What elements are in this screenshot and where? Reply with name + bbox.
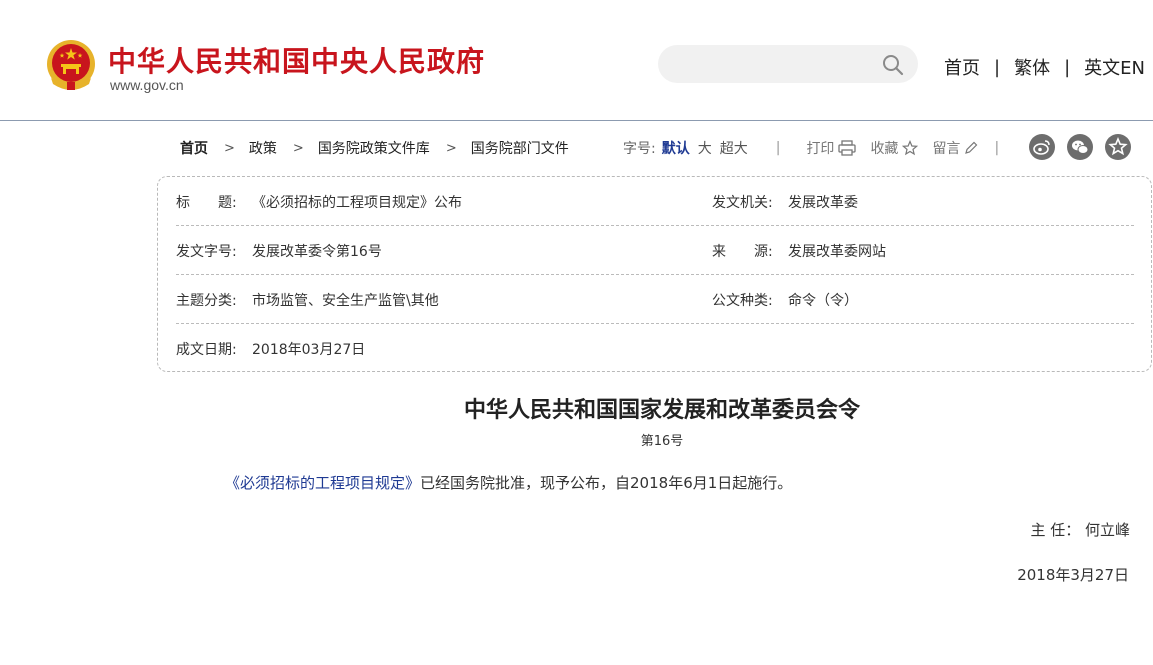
- print-icon: [838, 140, 857, 156]
- wechat-icon: [1072, 140, 1089, 154]
- font-size-label: 字号:: [623, 141, 656, 157]
- date-label: 成文日期:: [176, 342, 237, 358]
- info-row: 主题分类: 市场监管、安全生产监管\其他 公文种类: 命令（令）: [176, 275, 1134, 324]
- toolbar-divider: |: [994, 140, 1000, 156]
- topic-label: 主题分类:: [176, 293, 237, 309]
- chevron-right-icon: >: [445, 140, 457, 156]
- font-size-large-button[interactable]: 大: [698, 138, 712, 158]
- favorite-label: 收藏: [870, 141, 899, 157]
- weibo-icon: [1033, 140, 1050, 155]
- doc-type-value: 命令（令）: [788, 293, 858, 309]
- pencil-icon: [965, 141, 978, 154]
- issuer-value: 发展改革委: [788, 195, 858, 211]
- site-url[interactable]: www.gov.cn: [110, 77, 184, 93]
- breadcrumb-home[interactable]: 首页: [180, 138, 208, 158]
- wechat-share-button[interactable]: [1067, 134, 1093, 160]
- doc-number-label: 发文字号:: [176, 244, 237, 260]
- search-icon[interactable]: [882, 54, 904, 76]
- national-emblem-icon[interactable]: [45, 38, 97, 92]
- article-toolbar: 字号: 默认 大 超大 | 打印 收藏 留言 |: [623, 138, 999, 158]
- nav-separator: |: [1064, 56, 1071, 78]
- breadcrumb: 首页 > 政策 > 国务院政策文件库 > 国务院部门文件: [180, 138, 569, 158]
- date-value: 2018年03月27日: [252, 342, 366, 358]
- article-date: 2018年3月27日: [1017, 566, 1129, 584]
- doc-type-label: 公文种类:: [712, 293, 773, 309]
- breadcrumb-policy[interactable]: 政策: [249, 138, 277, 158]
- nav-traditional-link[interactable]: 繁体: [1014, 54, 1050, 80]
- site-title[interactable]: 中华人民共和国中央人民政府: [108, 40, 485, 80]
- source-label: 来 源:: [712, 244, 773, 260]
- font-size-default-button[interactable]: 默认: [662, 138, 690, 158]
- article-body-text: 已经国务院批准，现予公布，自2018年6月1日起施行。: [420, 474, 793, 492]
- favorite-button[interactable]: 收藏: [870, 138, 919, 158]
- nav-separator: |: [994, 56, 1001, 78]
- doc-number-value: 发展改革委令第16号: [252, 244, 382, 260]
- breadcrumb-department-docs[interactable]: 国务院部门文件: [471, 138, 569, 158]
- comment-button[interactable]: 留言: [932, 138, 978, 158]
- info-row: 成文日期: 2018年03月27日: [176, 324, 1134, 372]
- print-button[interactable]: 打印: [806, 138, 857, 158]
- article-signature: 主 任： 何立峰: [1030, 521, 1130, 539]
- info-row: 发文字号: 发展改革委令第16号 来 源: 发展改革委网站: [176, 226, 1134, 275]
- print-label: 打印: [806, 141, 835, 157]
- comment-label: 留言: [932, 141, 961, 157]
- star-icon: [902, 140, 919, 156]
- title-label: 标 题:: [176, 195, 237, 211]
- source-value: 发展改革委网站: [788, 244, 886, 260]
- weibo-share-button[interactable]: [1029, 134, 1055, 160]
- article-number: 第16号: [640, 434, 684, 449]
- favorite-share-button[interactable]: [1105, 134, 1131, 160]
- star-share-icon: [1108, 136, 1128, 156]
- regulation-link[interactable]: 《必须招标的工程项目规定》: [225, 474, 420, 492]
- title-value: 《必须招标的工程项目规定》公布: [252, 195, 462, 211]
- top-nav: 首页 | 繁体 | 英文EN |: [944, 54, 1153, 80]
- chevron-right-icon: >: [292, 140, 304, 156]
- search-input[interactable]: [658, 45, 918, 83]
- info-row: 标 题: 《必须招标的工程项目规定》公布 发文机关: 发展改革委: [176, 177, 1134, 226]
- article-body: 《必须招标的工程项目规定》已经国务院批准，现予公布，自2018年6月1日起施行。: [225, 472, 792, 493]
- chevron-right-icon: >: [224, 140, 235, 156]
- document-info-table: 标 题: 《必须招标的工程项目规定》公布 发文机关: 发展改革委 发文字号: 发…: [157, 176, 1152, 372]
- issuer-label: 发文机关:: [712, 195, 773, 211]
- breadcrumb-policy-library[interactable]: 国务院政策文件库: [318, 138, 430, 158]
- font-size-xlarge-button[interactable]: 超大: [720, 138, 748, 158]
- site-header: 中华人民共和国中央人民政府 www.gov.cn 首页 | 繁体 | 英文EN …: [0, 0, 1153, 121]
- topic-value: 市场监管、安全生产监管\其他: [252, 293, 439, 309]
- nav-home-link[interactable]: 首页: [944, 54, 980, 80]
- nav-english-link[interactable]: 英文EN: [1084, 54, 1145, 80]
- article-title: 中华人民共和国国家发展和改革委员会令: [463, 397, 860, 423]
- toolbar-divider: |: [775, 140, 781, 156]
